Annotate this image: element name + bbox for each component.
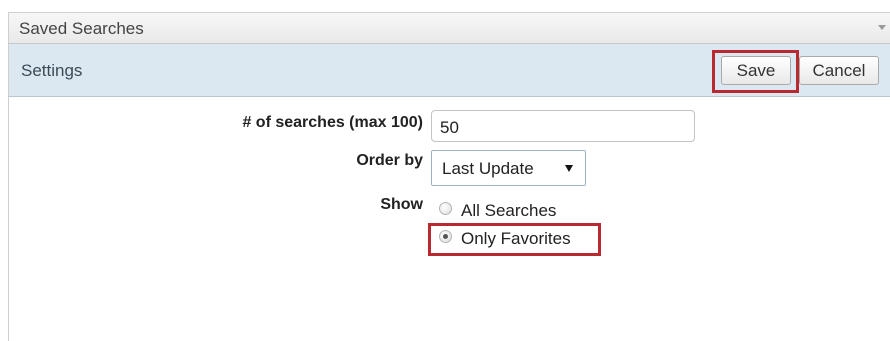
show-label: Show [380,196,423,213]
panel-title: Saved Searches [19,19,144,38]
radio-label-all-searches: All Searches [461,201,557,220]
chevron-down-icon[interactable] [878,25,886,30]
order-by-select[interactable]: Last Update [431,150,586,186]
radio-button[interactable] [439,202,452,215]
saved-searches-panel: Saved Searches Settings Save Cancel # of… [0,0,890,341]
save-button[interactable]: Save [721,56,791,85]
content-left-border [8,97,9,341]
searches-count-label: # of searches (max 100) [242,114,423,131]
settings-header: Settings Save Cancel [8,44,890,97]
triangle-down-icon [565,165,573,172]
panel-titlebar: Saved Searches [8,12,890,44]
order-by-label: Order by [356,152,423,169]
radio-button-checked[interactable] [439,230,452,243]
radio-label-only-favorites: Only Favorites [461,229,571,248]
settings-title: Settings [21,61,83,80]
order-by-value: Last Update [442,159,534,178]
cancel-button[interactable]: Cancel [799,56,879,85]
searches-count-input[interactable] [431,110,695,142]
